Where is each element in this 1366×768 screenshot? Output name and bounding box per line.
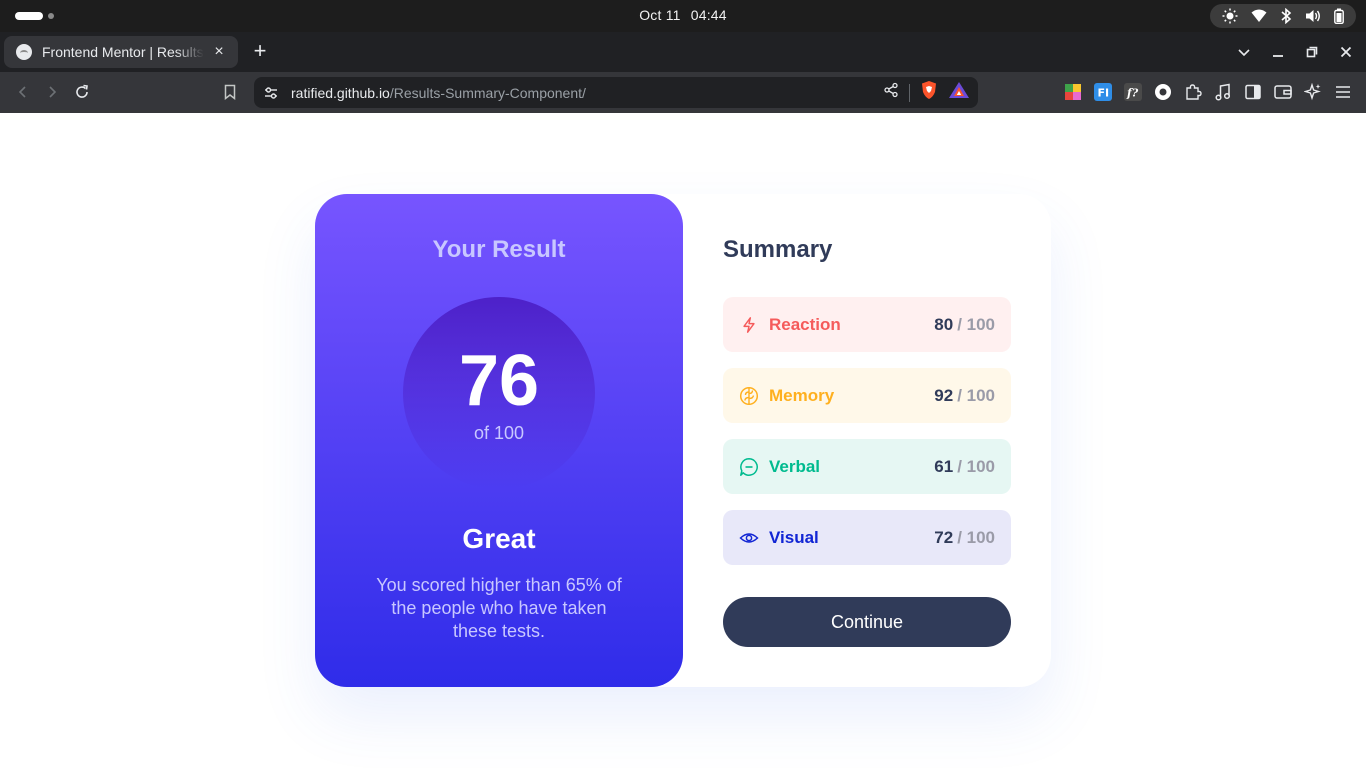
url-text[interactable]: ratified.github.io/Results-Summary-Compo… [291,85,883,101]
puzzle-extensions-icon[interactable] [1182,81,1204,103]
back-button[interactable] [12,81,34,103]
stat-max: / 100 [957,456,995,476]
site-info-icon[interactable] [262,84,280,102]
browser-toolbar: ratified.github.io/Results-Summary-Compo… [0,72,1366,113]
stat-label: Reaction [769,314,841,334]
volume-icon [1305,8,1321,24]
page-viewport: Your Result 76 of 100 Great You scored h… [0,113,1366,768]
menu-hamburger-icon[interactable] [1332,81,1354,103]
lightning-icon [739,315,759,335]
stat-row-memory: Memory 92 / 100 [723,368,1011,423]
stat-max: / 100 [957,385,995,405]
tab-search-chevron-icon[interactable] [1232,40,1256,64]
address-bar[interactable]: ratified.github.io/Results-Summary-Compo… [254,77,978,108]
sidebar-toggle-icon[interactable] [1242,81,1264,103]
clock-time: 04:44 [690,7,727,23]
window-controls [1232,40,1358,64]
stat-row-visual: Visual 72 / 100 [723,510,1011,565]
system-tray[interactable] [1210,4,1356,28]
stat-score: 72 [934,527,954,547]
svg-text:f?: f? [1126,87,1139,100]
leo-ai-sparkle-icon[interactable] [1302,81,1324,103]
tab-active[interactable]: Frontend Mentor | Results summary compon… [4,36,238,68]
results-summary-card: Your Result 76 of 100 Great You scored h… [315,194,1051,687]
tab-title: Frontend Mentor | Results summary compon… [42,44,204,60]
result-panel: Your Result 76 of 100 Great You scored h… [315,194,683,687]
url-path: /Results-Summary-Component/ [389,84,586,101]
reload-button[interactable] [71,81,93,103]
minimize-button[interactable] [1266,40,1290,64]
extensions-row: FI f? [1062,81,1354,103]
bookmark-icon[interactable] [219,81,241,103]
colorful-extension-icon[interactable] [1062,81,1084,103]
formula-extension-icon[interactable]: f? [1122,81,1144,103]
stat-label: Visual [769,527,819,547]
grade-description: You scored higher than 65% of the people… [376,575,622,641]
summary-title: Summary [723,236,833,263]
summary-panel: Summary Reaction 80 / 100 Memory 92 / 10… [683,194,1051,687]
grade-heading: Great [462,523,536,554]
stat-row-reaction: Reaction 80 / 100 [723,297,1011,352]
music-icon[interactable] [1212,81,1234,103]
clock[interactable]: Oct 11 04:44 [0,7,1366,23]
stat-row-verbal: Verbal 61 / 100 [723,439,1011,494]
wallet-icon[interactable] [1272,81,1294,103]
address-bar-divider [909,83,910,102]
brain-icon [739,386,759,406]
continue-button[interactable]: Continue [723,597,1011,647]
tab-strip: Frontend Mentor | Results summary compon… [0,32,1366,72]
stat-max: / 100 [957,527,995,547]
eye-icon [739,528,759,548]
bluetooth-icon [1280,8,1292,24]
brave-shields-icon[interactable] [920,80,938,105]
close-window-button[interactable] [1334,40,1358,64]
frontend-mentor-favicon-icon [16,44,32,60]
new-tab-button[interactable]: + [249,40,271,63]
stat-max: / 100 [957,314,995,334]
brightness-icon [1222,8,1238,24]
os-top-bar: Oct 11 04:44 [0,0,1366,32]
tab-close-icon[interactable]: × [210,43,228,61]
stat-label: Memory [769,385,835,405]
stat-label: Verbal [769,456,821,476]
stat-score: 61 [934,456,954,476]
stat-score: 80 [934,314,954,334]
forward-button[interactable] [41,81,63,103]
result-title: Your Result [432,236,566,263]
stat-score: 92 [934,385,954,405]
wifi-icon [1251,9,1267,23]
battery-icon [1333,8,1344,24]
score-value: 76 [458,341,540,421]
record-extension-icon[interactable] [1152,81,1174,103]
chat-icon [739,457,759,477]
restore-button[interactable] [1300,40,1324,64]
url-host: ratified.github.io [291,84,390,101]
fi-extension-icon[interactable]: FI [1092,81,1114,103]
svg-text:FI: FI [1098,87,1110,100]
clock-date: Oct 11 [639,7,681,23]
summary-list: Reaction 80 / 100 Memory 92 / 100 Verbal… [723,297,1011,581]
brave-rewards-icon[interactable] [948,81,970,104]
score-circle: 76 of 100 [403,297,595,489]
share-icon[interactable] [883,82,899,103]
score-of-label: of 100 [473,423,525,443]
